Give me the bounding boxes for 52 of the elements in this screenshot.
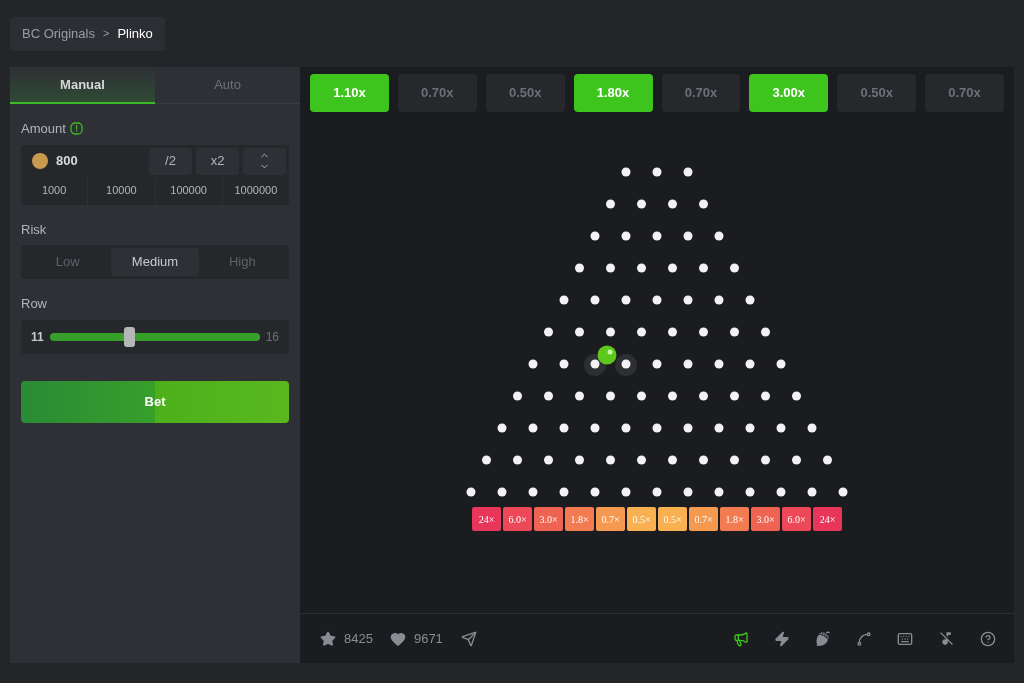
like-count: 9671	[413, 629, 443, 648]
field-label: Amount	[21, 120, 66, 138]
acorn-icon[interactable]	[815, 630, 831, 647]
field-label: Risk	[21, 220, 48, 239]
result-chip: 1.80x	[573, 74, 653, 112]
coin-icon	[32, 153, 48, 169]
multiplier-bucket: 0.5×	[658, 507, 687, 531]
info-icon	[69, 122, 83, 136]
star-icon[interactable]	[320, 630, 336, 647]
result-chip: 3.00x	[749, 74, 829, 112]
megaphone-icon[interactable]	[733, 630, 749, 647]
slider-thumb[interactable]	[124, 326, 136, 347]
multiplier-bucket: 24×	[813, 507, 842, 531]
keyboard-icon[interactable]	[897, 630, 913, 647]
result-chip: 0.70x	[661, 74, 741, 112]
result-chip: 1.10x	[310, 74, 389, 112]
music-off-icon[interactable]	[938, 630, 955, 647]
result-chip: 0.50x	[485, 74, 565, 112]
star-count: 8425	[344, 629, 373, 648]
slider-max-label: 16	[265, 328, 279, 346]
multiplier-bucket: 1.8×	[565, 507, 594, 531]
preset-amount-button[interactable]: 1000	[21, 176, 89, 205]
breadcrumb-current: Plinko	[117, 24, 153, 43]
field-label: Row	[21, 295, 48, 313]
amount-adjust-button[interactable]: x2	[196, 147, 239, 175]
result-chip: 0.70x	[397, 74, 477, 112]
preset-amount-button[interactable]: 100000	[155, 176, 223, 205]
amount-input[interactable]: 800	[56, 151, 145, 171]
heart-icon[interactable]	[389, 630, 406, 647]
result-chip: 0.50x	[837, 74, 917, 112]
lightning-icon[interactable]	[774, 630, 790, 647]
breadcrumb-separator: >	[102, 26, 110, 42]
preset-amount-button[interactable]: 1000000	[222, 176, 289, 205]
multiplier-bucket: 3.0×	[534, 507, 563, 531]
multiplier-bucket: 0.7×	[689, 507, 718, 531]
multiplier-bucket: 1.8×	[720, 507, 749, 531]
multiplier-bucket: 0.7×	[596, 507, 625, 531]
row-slider[interactable]	[49, 326, 260, 347]
slider-min-label: 11	[31, 328, 44, 346]
result-chip: 0.70x	[925, 74, 1004, 112]
multiplier-bucket: 6.0×	[782, 507, 811, 531]
amount-adjust-button[interactable]: /2	[149, 147, 192, 175]
help-icon[interactable]	[980, 630, 996, 647]
curve-icon[interactable]	[856, 630, 872, 647]
multiplier-bucket: 24×	[472, 507, 501, 531]
multiplier-bucket: 6.0×	[503, 507, 532, 531]
multiplier-bucket: 3.0×	[751, 507, 780, 531]
breadcrumb-link[interactable]: BC Originals	[22, 23, 95, 44]
preset-amount-button[interactable]: 10000	[88, 176, 156, 205]
risk-option[interactable]: Medium	[111, 248, 199, 276]
multiplier-bucket: 0.5×	[627, 507, 656, 531]
send-icon[interactable]	[460, 630, 477, 647]
